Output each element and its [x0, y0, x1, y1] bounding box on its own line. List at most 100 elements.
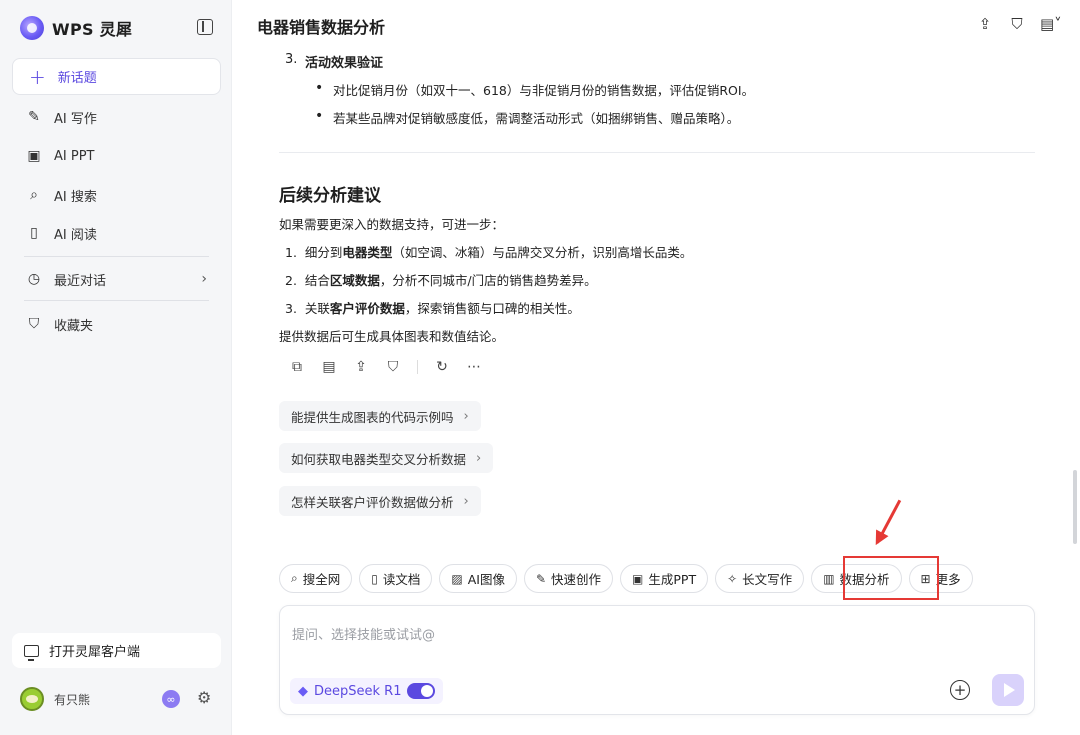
sidebar-item-ai-writing[interactable]: ✎ AI 写作: [12, 100, 221, 134]
main-panel: 电器销售数据分析 ⇪ ⛉ ▤˅ 3. 活动效果验证 对比促销月份（如双十一、61…: [233, 0, 1080, 735]
intro-text: 如果需要更深入的数据支持，可进一步：: [279, 217, 505, 232]
page-title: 电器销售数据分析: [257, 18, 386, 37]
open-client-label: 打开灵犀客户端: [49, 645, 141, 660]
model-selector[interactable]: ◆ DeepSeek R1: [290, 678, 444, 704]
link-icon[interactable]: ∞: [162, 690, 180, 708]
list-item-title: 活动效果验证: [305, 56, 384, 71]
tool-long-writing[interactable]: ✧ 长文写作: [715, 564, 805, 593]
copy-icon[interactable]: ⧉: [289, 359, 305, 375]
book-icon: ▯: [30, 225, 38, 241]
open-client-button[interactable]: 打开灵犀客户端: [12, 633, 221, 668]
chat-input-box[interactable]: 提问、选择技能或试试@ ◆ DeepSeek R1 +: [279, 605, 1035, 715]
suggestion-chip[interactable]: 如何获取电器类型交叉分析数据 ›: [279, 443, 494, 473]
tool-generate-ppt[interactable]: ▣ 生成PPT: [620, 564, 709, 593]
tool-ai-image[interactable]: ▨ AI图像: [439, 564, 517, 593]
tool-read-doc[interactable]: ▯ 读文档: [359, 564, 433, 593]
monitor-icon: [24, 644, 39, 661]
sidebar-item-ai-ppt[interactable]: ▣ AI PPT: [12, 139, 221, 173]
list-text-bold: 区域数据: [329, 273, 380, 288]
list-number: 3.: [285, 52, 298, 67]
list-number: 1.: [285, 245, 297, 260]
chevron-right-icon: ›: [463, 408, 469, 424]
bookmark-add-icon[interactable]: ⛉: [385, 359, 401, 375]
list-text-bold: 客户评价数据: [329, 301, 405, 316]
bookmark-add-icon[interactable]: ⛉: [1008, 15, 1026, 33]
sidebar-item-favorites[interactable]: ⛉ 收藏夹: [12, 307, 221, 341]
brand-title: WPS 灵犀: [52, 20, 133, 39]
list-number: 2.: [285, 273, 297, 288]
model-name: DeepSeek R1: [314, 683, 402, 699]
logo-icon: [20, 16, 44, 40]
closing-text: 提供数据后可生成具体图表和数值结论。: [279, 329, 505, 344]
sidebar-item-label: AI 写作: [54, 111, 97, 127]
sidebar: WPS 灵犀 + 新话题 ✎ AI 写作 ▣ AI PPT ⌕ AI 搜索 ▯ …: [0, 0, 232, 735]
section-title: 后续分析建议: [279, 186, 381, 206]
list-number: 3.: [285, 301, 297, 316]
sidebar-item-ai-reading[interactable]: ▯ AI 阅读: [12, 216, 221, 250]
chevron-right-icon: ›: [463, 493, 469, 509]
tool-label: 搜全网: [302, 572, 341, 587]
add-attachment-icon[interactable]: +: [950, 680, 970, 700]
document-icon[interactable]: ▤: [321, 359, 337, 375]
gear-icon[interactable]: ⚙: [197, 688, 211, 707]
list-text-post: ，分析不同城市/门店的销售趋势差异。: [379, 273, 597, 288]
ppt-icon: ▣: [27, 148, 41, 164]
sidebar-collapse-icon[interactable]: [197, 19, 213, 35]
suggestion-chip[interactable]: 能提供生成图表的代码示例吗 ›: [279, 401, 481, 431]
suggestion-text: 怎样关联客户评价数据做分析: [291, 494, 454, 510]
export-doc-icon[interactable]: ▤˅: [1040, 15, 1062, 33]
list-item: 2. 结合区域数据，分析不同城市/门店的销售趋势差异。: [285, 270, 597, 289]
ppt-icon: ▣: [632, 571, 644, 586]
scrollbar[interactable]: [1073, 470, 1077, 544]
list-text-bold: 电器类型: [342, 245, 393, 260]
search-icon: ⌕: [30, 187, 38, 203]
tool-label: 生成PPT: [648, 572, 697, 587]
more-icon[interactable]: ⋯: [466, 359, 482, 375]
tool-quick-create[interactable]: ✎ 快速创作: [523, 564, 614, 593]
deepseek-icon: ◆: [298, 683, 308, 699]
model-toggle[interactable]: [407, 683, 436, 699]
book-icon: ▯: [371, 571, 378, 586]
highlight-annotation: [843, 556, 939, 600]
chart-icon: ▥: [823, 571, 835, 586]
suggestion-text: 能提供生成图表的代码示例吗: [291, 409, 454, 425]
avatar[interactable]: [20, 687, 44, 711]
divider: [24, 300, 209, 301]
list-text-pre: 关联: [304, 301, 330, 316]
user-row: 有只熊 ∞ ⚙: [20, 686, 220, 712]
chevron-right-icon: ›: [476, 450, 482, 466]
tool-search-web[interactable]: ⌕ 搜全网: [279, 564, 353, 593]
list-text-post: ，探索销售额与口碑的相关性。: [404, 301, 580, 316]
plus-icon: +: [29, 64, 46, 89]
header-actions: ⇪ ⛉ ▤˅: [976, 15, 1062, 33]
new-topic-button[interactable]: + 新话题: [12, 58, 221, 95]
share-icon[interactable]: ⇪: [976, 15, 994, 33]
sidebar-item-label: AI 搜索: [54, 189, 97, 205]
share-icon[interactable]: ⇪: [353, 359, 369, 375]
divider: [279, 152, 1035, 153]
send-button[interactable]: [992, 674, 1024, 706]
refresh-icon[interactable]: ↻: [434, 359, 450, 375]
sidebar-item-label: 收藏夹: [54, 318, 94, 334]
chat-input-placeholder[interactable]: 提问、选择技能或试试@: [292, 624, 435, 643]
sidebar-item-label: 最近对话: [54, 273, 107, 289]
sidebar-item-ai-search[interactable]: ⌕ AI 搜索: [12, 178, 221, 212]
separator: [417, 360, 418, 374]
tool-label: 读文档: [382, 572, 421, 587]
clock-icon: ◷: [27, 271, 41, 287]
pen-icon: ✎: [535, 571, 547, 586]
pen-icon: ✎: [28, 109, 40, 125]
sidebar-item-recent[interactable]: ◷ 最近对话 ›: [12, 262, 221, 296]
list-item: 3. 关联客户评价数据，探索销售额与口碑的相关性。: [285, 298, 580, 317]
tool-label: 更多: [935, 572, 961, 587]
list-item: 1. 细分到电器类型（如空调、冰箱）与品牌交叉分析，识别高增长品类。: [285, 242, 692, 261]
list-text-pre: 结合: [304, 273, 330, 288]
suggestion-chip[interactable]: 怎样关联客户评价数据做分析 ›: [279, 486, 481, 516]
message-actions: ⧉ ▤ ⇪ ⛉ ↻ ⋯: [289, 359, 482, 375]
tool-label: AI图像: [467, 572, 505, 587]
suggestion-text: 如何获取电器类型交叉分析数据: [291, 451, 467, 467]
bullet-item: 对比促销月份（如双十一、618）与非促销月份的销售数据，评估促销ROI。: [315, 80, 754, 99]
bullet-item: 若某些品牌对促销敏感度低，需调整活动形式（如捆绑销售、赠品策略）。: [315, 108, 739, 127]
divider: [24, 256, 209, 257]
brand[interactable]: WPS 灵犀: [20, 14, 132, 42]
